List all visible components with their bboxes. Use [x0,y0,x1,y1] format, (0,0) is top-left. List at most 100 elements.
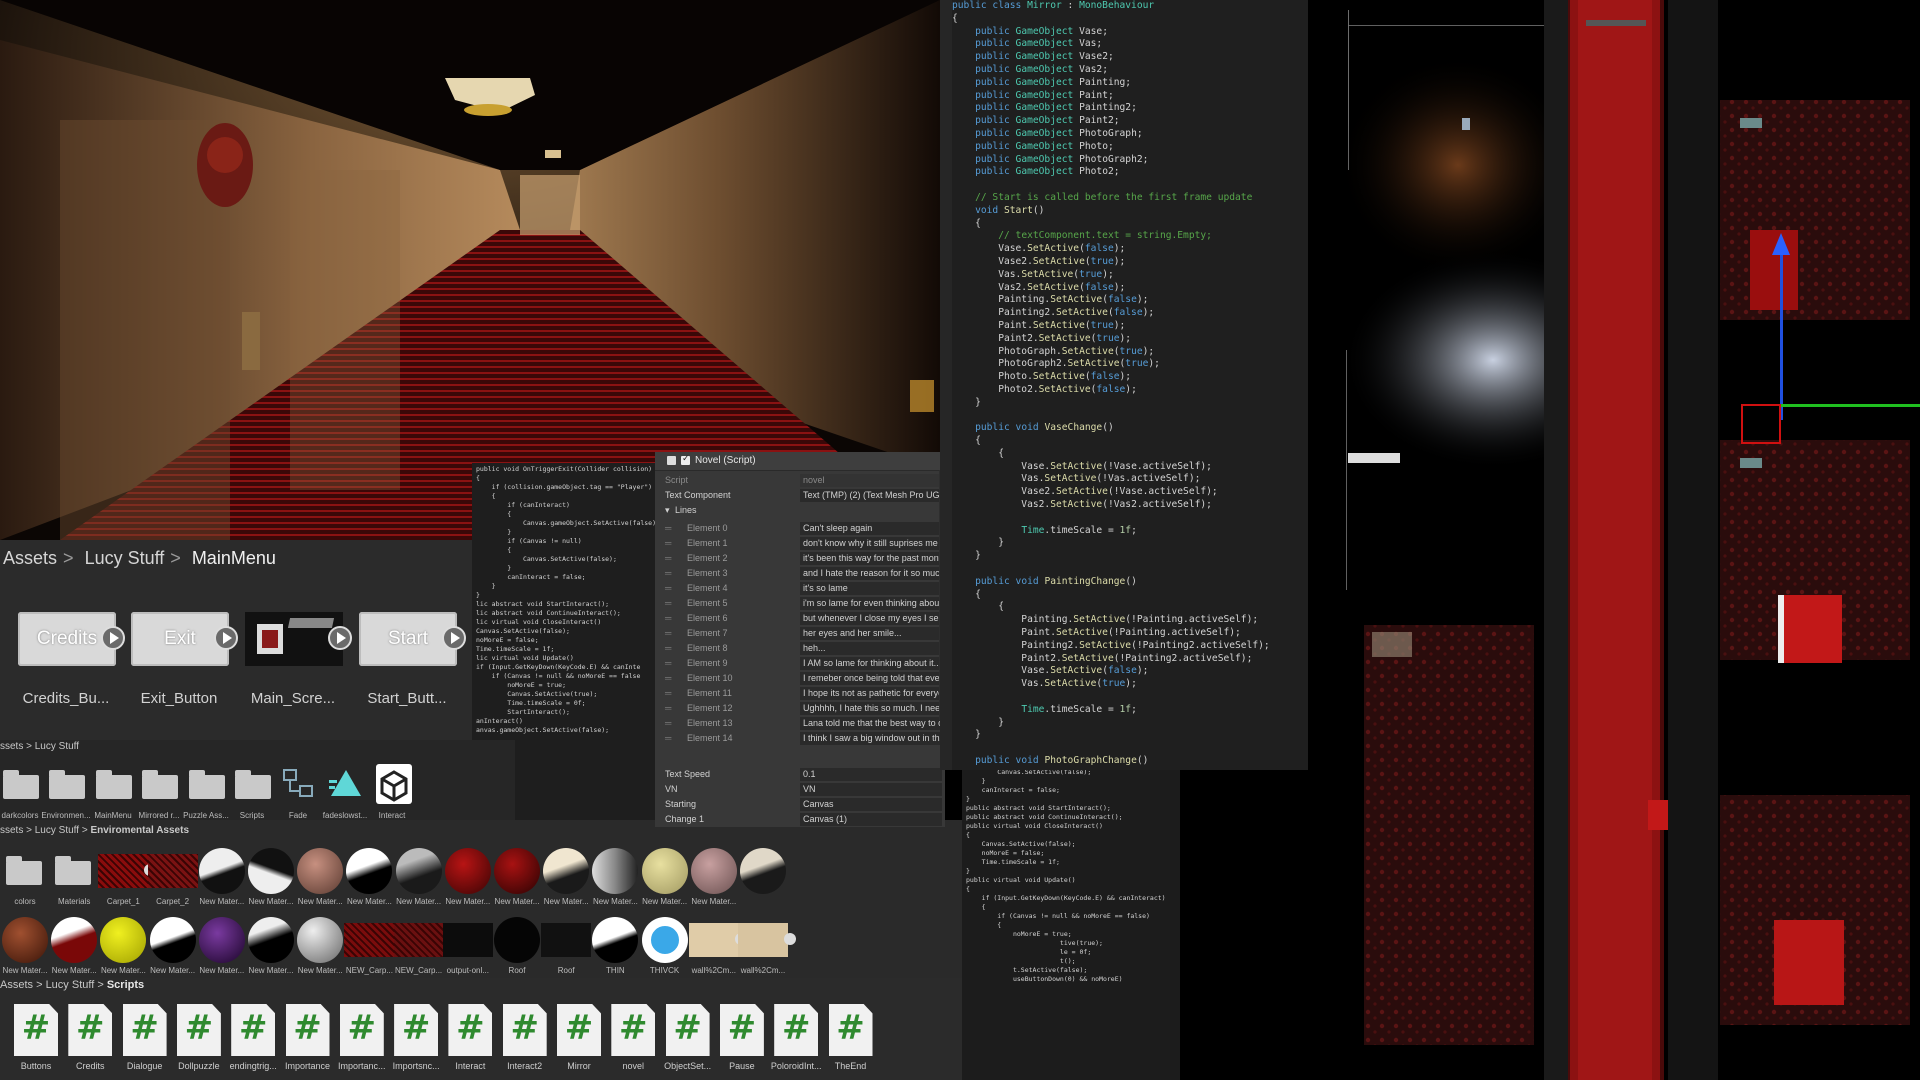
script-label[interactable]: Credits [59,1061,121,1071]
element-value-field[interactable]: Can't sleep again [800,522,942,535]
csharp-script-icon[interactable]: # [448,1004,493,1056]
folder-icon[interactable] [142,770,182,800]
field-value[interactable]: VN [800,783,942,796]
drag-handle-icon[interactable]: ═ [665,658,671,668]
breadcrumb-item[interactable]: Lucy Stuff [85,548,165,568]
breadcrumb-item[interactable]: Enviromental Assets [90,825,189,836]
prefab-label[interactable]: Exit_Button [119,690,239,707]
texture-thumbnail[interactable] [541,923,592,957]
element-value-field[interactable]: it's been this way for the past montl [800,552,942,565]
element-value-field[interactable]: but whenever I close my eyes I see [800,612,942,625]
lines-foldout[interactable]: ▾ Lines [665,504,935,518]
animation-clip-icon[interactable] [329,768,363,800]
drag-handle-icon[interactable]: ═ [665,583,671,593]
drag-handle-icon[interactable]: ═ [665,523,671,533]
csharp-script-icon[interactable]: # [176,1004,221,1056]
material-sphere[interactable] [690,848,737,894]
script-label[interactable]: TheEnd [820,1061,882,1071]
folder-icon[interactable] [3,770,43,800]
prefab-label[interactable]: Start_Butt... [347,690,467,707]
field-value[interactable]: Canvas (1) [800,813,942,826]
element-value-field[interactable]: I AM so lame for thinking about it... [800,657,942,670]
text-component-field[interactable]: Text (TMP) (2) (Text Mesh Pro UG [800,489,942,502]
element-value-field[interactable]: it's so lame [800,582,942,595]
material-sphere[interactable] [494,917,540,963]
csharp-script-icon[interactable]: # [719,1004,764,1056]
texture-thumbnail[interactable] [688,923,747,957]
element-value-field[interactable]: her eyes and her smile... [800,627,942,640]
drag-handle-icon[interactable]: ═ [665,628,671,638]
folder-icon[interactable] [6,856,46,886]
unity-prefab-icon[interactable] [376,764,412,804]
element-value-field[interactable]: Lana told me that the best way to c [800,717,942,730]
enabled-checkbox[interactable]: ✓ [681,453,690,465]
element-value-field[interactable]: I hope its not as pathetic for everyo [800,687,942,700]
element-value-field[interactable]: I think I saw a big window out in the [800,732,942,745]
material-sphere[interactable] [198,848,245,894]
csharp-script-icon[interactable]: # [394,1004,439,1056]
breadcrumb-item[interactable]: Assets [3,548,57,568]
csharp-script-icon[interactable]: # [557,1004,601,1056]
texture-thumbnail[interactable] [442,923,493,957]
material-sphere[interactable] [198,917,245,963]
script-label[interactable]: Importsnc... [385,1061,447,1071]
breadcrumb-item[interactable]: Assets [0,979,33,991]
play-icon[interactable] [442,626,466,650]
script-label[interactable]: Buttons [5,1061,67,1071]
script-label[interactable]: novel [602,1061,664,1071]
element-value-field[interactable]: i'm so lame for even thinking about [800,597,942,610]
texture-thumbnail[interactable] [147,854,198,888]
material-sphere[interactable] [444,848,491,894]
script-label[interactable]: Importanc... [331,1061,393,1071]
material-sphere[interactable] [494,848,540,894]
csharp-script-icon[interactable]: # [231,1004,276,1056]
script-label[interactable]: Importance [277,1061,339,1071]
breadcrumb-item[interactable]: ssets [0,741,23,752]
material-sphere[interactable] [297,848,344,894]
drag-handle-icon[interactable]: ═ [665,718,671,728]
script-label[interactable]: Pause [711,1061,773,1071]
breadcrumb-item[interactable]: Lucy Stuff [35,741,79,752]
folder-icon[interactable] [189,770,229,800]
script-label[interactable]: PoloroidInt... [765,1061,827,1071]
prefab-label[interactable]: Credits_Bu... [6,690,126,707]
drag-handle-icon[interactable]: ═ [665,703,671,713]
drag-handle-icon[interactable]: ═ [665,613,671,623]
csharp-script-icon[interactable]: # [828,1004,873,1056]
play-icon[interactable] [214,626,238,650]
drag-handle-icon[interactable]: ═ [665,538,671,548]
asset-label[interactable]: New Mater... [685,897,743,906]
texture-thumbnail[interactable] [393,923,444,957]
drag-handle-icon[interactable]: ═ [665,733,671,743]
script-label[interactable]: Dialogue [114,1061,176,1071]
csharp-script-icon[interactable]: # [339,1004,384,1056]
asset-label[interactable]: wall%2Cm... [734,966,792,975]
drag-handle-icon[interactable]: ═ [665,568,671,578]
texture-thumbnail[interactable] [738,923,796,957]
code-editor-mirror[interactable]: public class Mirror : MonoBehaviour { pu… [940,0,1308,770]
csharp-script-icon[interactable]: # [122,1004,167,1056]
drag-handle-icon[interactable]: ═ [665,688,671,698]
csharp-script-icon[interactable]: # [68,1004,113,1056]
drag-handle-icon[interactable]: ═ [665,598,671,608]
component-header[interactable]: ✓ Novel (Script) [655,452,945,471]
play-icon[interactable] [101,626,125,650]
texture-thumbnail[interactable] [98,854,157,888]
play-icon[interactable] [784,933,796,945]
script-label[interactable]: Interact2 [494,1061,556,1071]
drag-handle-icon[interactable]: ═ [665,673,671,683]
code-text[interactable]: public class Mirror : MonoBehaviour { pu… [952,0,1270,768]
script-label[interactable]: ObjectSet... [657,1061,719,1071]
folder-icon[interactable] [55,856,95,886]
csharp-script-icon[interactable]: # [774,1004,819,1056]
csharp-script-icon[interactable]: # [665,1004,710,1056]
field-value[interactable]: Canvas [800,798,942,811]
material-sphere[interactable] [641,848,688,894]
csharp-script-icon[interactable]: # [611,1004,656,1056]
folder-icon[interactable] [49,770,89,800]
field-value[interactable]: 0.1 [800,768,942,781]
csharp-script-icon[interactable]: # [502,1004,547,1056]
material-sphere[interactable] [149,917,196,963]
folder-icon[interactable] [235,770,275,800]
folder-icon[interactable] [96,770,136,800]
